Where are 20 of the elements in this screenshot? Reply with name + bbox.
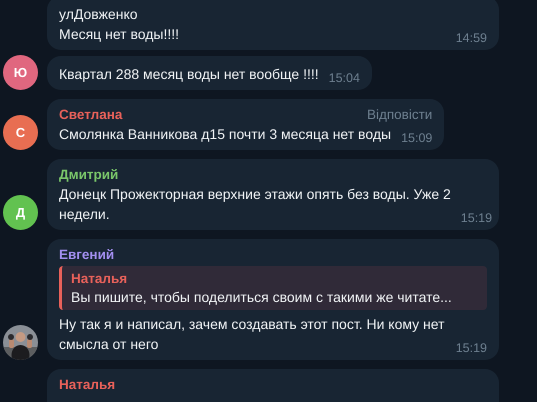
message-time: 15:19 bbox=[456, 341, 487, 355]
avatar[interactable]: С bbox=[3, 115, 38, 150]
message-time: 15:04 bbox=[328, 71, 360, 85]
quoted-sender: Наталья bbox=[71, 270, 128, 288]
quoted-message[interactable]: Наталья Вы пишите, чтобы поделиться своим с такими же читате... bbox=[59, 266, 487, 310]
sender-name[interactable]: Наталья bbox=[59, 377, 116, 392]
message-time: 15:09 bbox=[401, 131, 432, 145]
sender-name[interactable]: Евгений bbox=[59, 247, 114, 262]
message-text: улДовженко Месяц нет воды!!!! bbox=[59, 5, 180, 44]
sender-name[interactable]: Светлана bbox=[59, 107, 122, 122]
message-time: 14:59 bbox=[456, 31, 487, 45]
message-text: Донецк Прожекторная верхние этажи опять без воды. Уже 2 недели. bbox=[59, 185, 451, 224]
reply-link[interactable]: Відповісти bbox=[366, 107, 432, 122]
sender-name[interactable]: Дмитрий bbox=[59, 167, 118, 182]
message-text: Квартал 288 месяц воды нет вообще !!!! bbox=[59, 65, 319, 84]
message-text: Смолянка Ванникова д15 почти 3 месяца нет воды bbox=[59, 125, 392, 144]
avatar[interactable]: Ю bbox=[3, 55, 38, 90]
message-time: 15:19 bbox=[460, 211, 492, 225]
quoted-text: Вы пишите, чтобы поделиться своим с такими же читате... bbox=[71, 288, 453, 307]
message-text: Ну так я и написал, зачем создавать этот пост. Ни кому нет смысла от него bbox=[59, 315, 446, 354]
